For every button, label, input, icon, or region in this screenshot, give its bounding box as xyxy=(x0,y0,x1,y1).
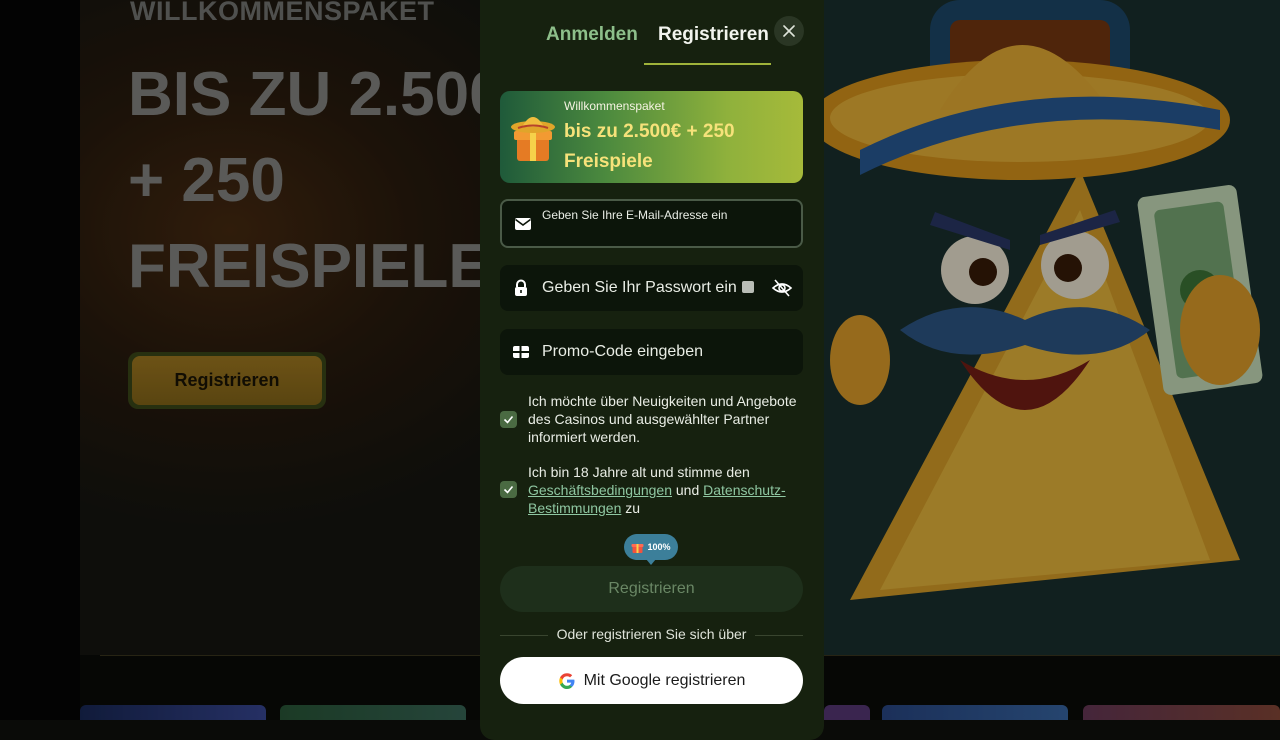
eye-off-icon[interactable] xyxy=(771,277,793,299)
checkmark-icon xyxy=(503,485,514,494)
bonus-headline: bis zu 2.500€ + 250 Freispiele xyxy=(564,121,735,172)
close-button[interactable] xyxy=(774,16,804,46)
bonus-small-label: Willkommenspaket xyxy=(564,99,665,113)
alt-register-divider: Oder registrieren Sie sich über xyxy=(500,626,803,644)
close-icon xyxy=(783,25,795,37)
alt-register-text: Oder registrieren Sie sich über xyxy=(556,626,747,642)
tab-register[interactable]: Registrieren xyxy=(658,24,769,46)
terms-consent: Ich bin 18 Jahre alt und stimme den Gesc… xyxy=(500,463,805,519)
terms-text-middle: und xyxy=(672,482,704,498)
progress-badge: 100% xyxy=(624,534,678,565)
terms-checkbox[interactable] xyxy=(500,481,517,498)
active-tab-indicator xyxy=(644,63,771,65)
password-placeholder-text: Geben Sie Ihr Passwort ein xyxy=(542,279,737,296)
password-manager-icon[interactable] xyxy=(741,281,754,293)
password-placeholder: Geben Sie Ihr Passwort ein xyxy=(542,279,754,297)
welcome-bonus-card: Willkommenspaket bis zu 2.500€ + 250 Fre… xyxy=(500,91,803,183)
email-field-label: Geben Sie Ihre E-Mail-Adresse ein xyxy=(542,208,728,222)
terms-text-after: zu xyxy=(621,500,641,516)
google-register-label: Mit Google registrieren xyxy=(583,671,746,689)
divider-line-right xyxy=(755,635,803,636)
checkmark-icon xyxy=(503,415,514,424)
promo-code-placeholder: Promo-Code eingeben xyxy=(542,343,703,360)
newsletter-checkbox[interactable] xyxy=(500,411,517,428)
lock-icon xyxy=(515,279,527,296)
gift-icon xyxy=(631,543,644,553)
tab-login[interactable]: Anmelden xyxy=(546,24,638,46)
newsletter-consent: Ich möchte über Neuigkeiten und Angebote… xyxy=(500,392,805,448)
progress-value: 100% xyxy=(647,542,671,552)
google-icon xyxy=(558,672,575,689)
gift-card-icon xyxy=(513,346,529,358)
mail-icon xyxy=(515,217,531,230)
password-field[interactable]: Geben Sie Ihr Passwort ein xyxy=(500,265,803,311)
auth-tabs: Anmelden Registrieren xyxy=(480,0,824,66)
terms-link[interactable]: Geschäftsbedingungen xyxy=(528,482,672,498)
terms-text-before: Ich bin 18 Jahre alt und stimme den xyxy=(528,464,750,480)
register-modal: Anmelden Registrieren Willkommenspaket b… xyxy=(480,0,824,740)
email-field[interactable]: Geben Sie Ihre E-Mail-Adresse ein xyxy=(500,199,803,248)
terms-consent-label: Ich bin 18 Jahre alt und stimme den Gesc… xyxy=(528,463,808,517)
register-submit-button[interactable]: Registrieren xyxy=(500,566,803,612)
newsletter-consent-label: Ich möchte über Neuigkeiten und Angebote… xyxy=(528,393,797,445)
promo-code-field[interactable]: Promo-Code eingeben xyxy=(500,329,803,375)
google-register-button[interactable]: Mit Google registrieren xyxy=(500,657,803,704)
gift-sombrero-icon xyxy=(511,117,555,161)
